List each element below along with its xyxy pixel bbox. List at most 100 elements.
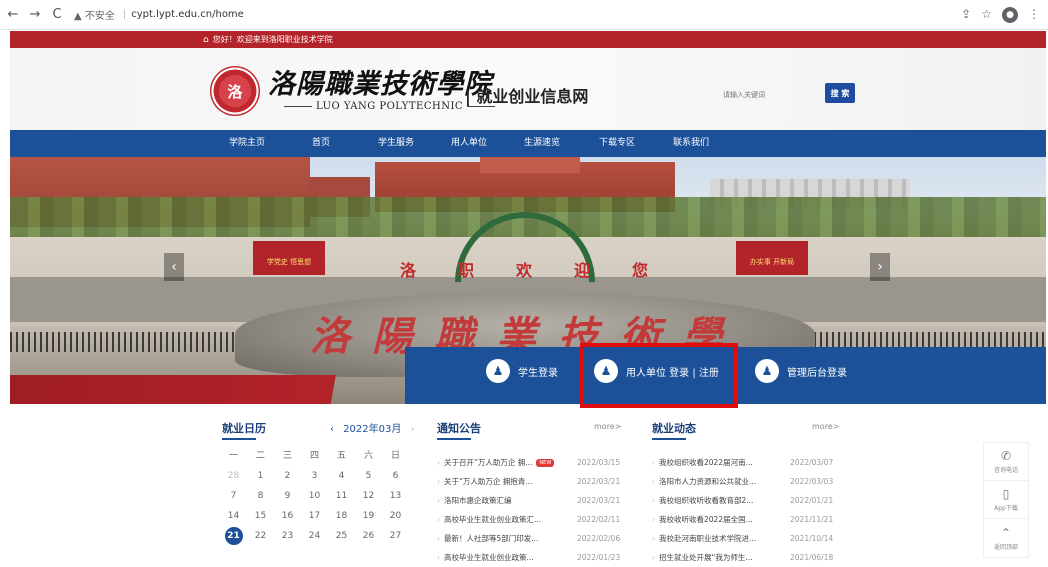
calendar-day[interactable]: 5 [355, 471, 382, 481]
profile-icon[interactable]: ● [1002, 7, 1018, 23]
nav-college-home[interactable]: 学院主页 [229, 130, 265, 157]
nav-student-services[interactable]: 学生服务 [378, 130, 414, 157]
calendar-day[interactable]: 8 [247, 491, 274, 501]
menu-kebab-icon[interactable]: ⋮ [1028, 7, 1040, 23]
search-input[interactable] [715, 86, 820, 104]
calendar-day[interactable]: 15 [247, 511, 274, 521]
consult-phone-button[interactable]: ✆ 咨询电话 [984, 443, 1028, 481]
calendar-day[interactable]: 13 [382, 491, 409, 501]
nav-employers[interactable]: 用人单位 [451, 130, 487, 157]
calendar-day[interactable]: 18 [328, 511, 355, 521]
calendar-month-switcher: ‹ 2022年03月 › [324, 420, 421, 435]
calendar-today[interactable]: 21 [224, 527, 243, 545]
news-item[interactable]: 招生就业处开展“我为师生... 2021/06/18 [652, 548, 847, 567]
calendar-month: 2022年03月 [343, 424, 402, 435]
calendar-day[interactable]: 9 [274, 491, 301, 501]
news-item[interactable]: 我校赴河南职业技术学院进... 2021/10/14 [652, 529, 847, 548]
bookmark-star-icon[interactable]: ☆ [981, 7, 992, 23]
forward-icon[interactable]: → [26, 7, 44, 22]
url-text[interactable]: cypt.lypt.edu.cn/home [131, 9, 244, 20]
news-date: 2022/03/03 [790, 477, 834, 486]
home-icon[interactable]: ⌂ [203, 35, 209, 45]
news-date: 2022/03/07 [790, 458, 834, 467]
student-user-icon: ♟ [486, 359, 510, 383]
weekday-label: 四 [309, 451, 319, 461]
notice-item[interactable]: 关于“万人助万企 拥抱青... 2022/03/21 [437, 472, 627, 491]
calendar-day[interactable]: 25 [328, 531, 355, 545]
weekday-label: 六 [363, 451, 373, 461]
app-download-button[interactable]: ▯ App下载 [984, 481, 1028, 519]
weekday-label: 一 [228, 451, 238, 461]
calendar-day[interactable]: 17 [301, 511, 328, 521]
news-list: 我校组织收看2022届河南... 2022/03/07 洛阳市人力资源和公共就业.… [652, 453, 847, 567]
login-band-accent [10, 375, 470, 404]
back-icon[interactable]: ← [4, 7, 22, 22]
reload-icon[interactable]: C [48, 7, 66, 22]
back-to-top-label: 返回顶部 [993, 543, 1018, 551]
nav-home[interactable]: 首页 [312, 130, 330, 157]
notice-date: 2022/01/23 [577, 553, 621, 562]
calendar-day[interactable]: 12 [355, 491, 382, 501]
calendar-day[interactable]: 1 [247, 471, 274, 481]
slide-next-button[interactable]: › [870, 253, 890, 281]
calendar-day[interactable]: 19 [355, 511, 382, 521]
next-month-icon[interactable]: › [411, 424, 415, 435]
notice-title: 洛阳市惠企政策汇编 [444, 496, 512, 505]
calendar-day[interactable]: 28 [220, 471, 247, 481]
welcome-text: 您好！欢迎来到洛阳职业技术学院 [212, 35, 333, 44]
news-item[interactable]: 我校收听收看2022届全国... 2021/11/21 [652, 510, 847, 529]
notices-title: 通知公告 [437, 422, 481, 435]
slide-prev-button[interactable]: ‹ [164, 253, 184, 281]
notice-item[interactable]: 高校毕业生就业创业政策汇... 2022/02/11 [437, 510, 627, 529]
address-bar[interactable]: ▲ 不安全 | cypt.lypt.edu.cn/home [74, 7, 244, 22]
calendar-day[interactable]: 23 [274, 531, 301, 545]
calendar-day[interactable]: 7 [220, 491, 247, 501]
calendar-day[interactable]: 11 [328, 491, 355, 501]
nav-graduate-overview[interactable]: 生源速览 [524, 130, 560, 157]
notice-item[interactable]: 最新！人社部等5部门印发... 2022/02/06 [437, 529, 627, 548]
calendar-day[interactable]: 27 [382, 531, 409, 545]
notices-more-link[interactable]: more> [594, 422, 621, 431]
security-warning[interactable]: ▲ 不安全 [74, 7, 115, 22]
college-seal-logo[interactable]: 洛 [210, 66, 260, 116]
search-button[interactable]: 搜 索 [825, 83, 855, 103]
app-download-label: App下载 [994, 505, 1018, 512]
notice-title: 关于“万人助万企 拥抱青... [444, 477, 533, 486]
notice-date: 2022/02/11 [577, 515, 621, 524]
calendar-day[interactable]: 24 [301, 531, 328, 545]
notice-date: 2022/03/21 [577, 496, 621, 505]
student-login-label: 学生登录 [518, 367, 558, 379]
calendar-day[interactable]: 3 [301, 471, 328, 481]
notice-item[interactable]: 高校毕业生就业创业政策... 2022/01/23 [437, 548, 627, 567]
share-icon[interactable]: ⇪ [961, 7, 971, 23]
notice-item[interactable]: 关于召开“万人助万企 拥...NEW 2022/03/15 [437, 453, 627, 472]
calendar-day[interactable]: 2 [274, 471, 301, 481]
welcome-slogan: 洛职欢迎您 [400, 261, 691, 280]
calendar-day[interactable]: 26 [355, 531, 382, 545]
calendar-day[interactable]: 16 [274, 511, 301, 521]
notice-item[interactable]: 洛阳市惠企政策汇编 2022/03/21 [437, 491, 627, 510]
calendar-day[interactable]: 22 [247, 531, 274, 545]
student-login-button[interactable]: ♟ 学生登录 [486, 359, 558, 383]
prev-month-icon[interactable]: ‹ [330, 424, 334, 435]
news-title-text: 招生就业处开展“我为师生... [659, 553, 753, 562]
calendar-day[interactable]: 6 [382, 471, 409, 481]
news-more-link[interactable]: more> [812, 422, 839, 431]
notice-title: 高校毕业生就业创业政策... [444, 553, 534, 562]
weekday-label: 三 [282, 451, 292, 461]
back-to-top-button[interactable]: ⌃ 返回顶部 [984, 519, 1028, 557]
nav-downloads[interactable]: 下载专区 [599, 130, 635, 157]
calendar-day[interactable]: 20 [382, 511, 409, 521]
consult-phone-label: 咨询电话 [993, 467, 1018, 474]
news-item[interactable]: 我校组织收听收看教育部2... 2022/01/21 [652, 491, 847, 510]
notices-list: 关于召开“万人助万企 拥...NEW 2022/03/15 关于“万人助万企 拥抱… [437, 453, 627, 567]
welcome-strip: ⌂ 您好！欢迎来到洛阳职业技术学院 [10, 31, 1046, 48]
news-item[interactable]: 洛阳市人力资源和公共就业... 2022/03/03 [652, 472, 847, 491]
admin-login-button[interactable]: ♟ 管理后台登录 [755, 359, 847, 383]
nav-contact[interactable]: 联系我们 [673, 130, 709, 157]
calendar-day[interactable]: 4 [328, 471, 355, 481]
calendar-day[interactable]: 14 [220, 511, 247, 521]
weekday-label: 日 [390, 451, 400, 461]
calendar-day[interactable]: 10 [301, 491, 328, 501]
news-item[interactable]: 我校组织收看2022届河南... 2022/03/07 [652, 453, 847, 472]
